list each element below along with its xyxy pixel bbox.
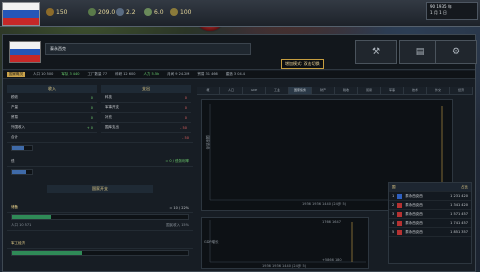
income-row[interactable]: 贸易 0 bbox=[7, 113, 97, 123]
country-flag bbox=[9, 41, 41, 63]
ranking-row[interactable]: 4 泰永西克西 1 741 457 bbox=[389, 219, 471, 228]
ranking-panel: 国占比 1 泰永西克西 1 231 420 2 泰永西克西 1 341 420 3 泰永西… bbox=[388, 182, 472, 264]
tab[interactable]: 贸易 bbox=[358, 87, 381, 94]
resource-factories[interactable]: 100 bbox=[170, 6, 191, 18]
stat-item[interactable]: 国家概况 bbox=[7, 72, 25, 77]
settings-button[interactable]: ⚙ bbox=[435, 40, 477, 64]
game-date[interactable]: 90 1935 年 1 月 1 日 bbox=[426, 2, 478, 20]
tab[interactable]: 概 bbox=[197, 87, 220, 94]
top-resource-bar: 150 209.0 2.2 6.0 100 90 1935 年 1 月 1 日 bbox=[0, 0, 480, 27]
tab[interactable]: 军事 bbox=[381, 87, 404, 94]
ranking-row[interactable]: 3 泰永西克西 1 571 457 bbox=[389, 210, 471, 219]
chart-xlabel: 1936 1936 1440 (24步 5) bbox=[262, 264, 307, 268]
stat-item: 人口 10 500 bbox=[33, 72, 54, 76]
ranking-row[interactable]: 1 泰永西克西 1 231 420 bbox=[389, 192, 471, 201]
national-spending-section: 国家开支 储备 = 10 / 22% 人口 10 571 国民收入 15% 军工经济 bbox=[7, 185, 193, 257]
stat-item: 贸易 31 466 bbox=[197, 72, 218, 76]
stat-item: 工厂数量 77 bbox=[87, 72, 108, 76]
tooltip: 增加模式: 双击切换 bbox=[281, 59, 324, 69]
total-bar bbox=[11, 145, 33, 151]
income-header: 收入 bbox=[7, 85, 97, 93]
chart-bottom-value: +5866 180 bbox=[322, 258, 342, 262]
gdp-chart[interactable]: GDP增长 1766 1647 +5866 180 1936 1936 1440… bbox=[201, 217, 369, 269]
loan-section: 债 = 0 / 债务利率 bbox=[7, 157, 193, 177]
hammer-icon: ⚒ bbox=[371, 47, 381, 57]
expense-column: 支出 科技 0 军事开支 0 补充 0 国库支出 - 50 bbox=[101, 85, 191, 133]
tab[interactable]: 税收 bbox=[335, 87, 358, 94]
budget-panel: 收入 税收 0 产量 0 贸易 0 外国收入 + 0 支出 科技 0 军事开支 0 补充 0 … bbox=[7, 85, 193, 269]
tab[interactable]: 人口 bbox=[220, 87, 243, 94]
tab[interactable]: 工业 bbox=[266, 87, 289, 94]
chart-top-value: 1766 1647 bbox=[322, 220, 341, 224]
tab[interactable]: 财产 bbox=[312, 87, 335, 94]
income-column: 收入 税收 0 产量 0 贸易 0 外国收入 + 0 bbox=[7, 85, 97, 133]
statistics-tabs: 概 人口 GDP 工业 国家债务 财产 税收 贸易 军事 技术 外交 经济 bbox=[197, 87, 473, 95]
window-header: 泰永西克 ⚒ ▤ ⚙ bbox=[3, 35, 477, 70]
tab[interactable]: 技术 bbox=[404, 87, 427, 94]
resource-political-power[interactable]: 150 bbox=[46, 6, 67, 18]
stat-strip: 国家概况 人口 10 500 军队 3 440 工厂数量 77 科研 12 60… bbox=[3, 71, 475, 79]
gear-icon: ⚙ bbox=[451, 47, 461, 57]
stat-item: 月间 9 24.2M bbox=[167, 72, 190, 76]
tool-button[interactable]: ⚒ bbox=[355, 40, 397, 64]
ranking-row[interactable]: 5 泰永西克西 1 851 357 bbox=[389, 228, 471, 237]
expense-row[interactable]: 军事开支 0 bbox=[101, 103, 191, 113]
stat-item: 科研 12 600 bbox=[115, 72, 136, 76]
chart-ylabel: GDP增长 bbox=[204, 240, 219, 244]
tab[interactable]: 外交 bbox=[427, 87, 450, 94]
disk-icon: ▤ bbox=[415, 47, 425, 57]
stat-item: 建造 3 04.4 bbox=[225, 72, 246, 76]
chart-control-column bbox=[177, 213, 187, 269]
stat-item: 军队 3 440 bbox=[61, 72, 80, 76]
income-row[interactable]: 产量 0 bbox=[7, 103, 97, 113]
country-name-field[interactable]: 泰永西克 bbox=[45, 43, 251, 55]
war-economy-bar[interactable] bbox=[11, 250, 189, 256]
ranking-row[interactable]: 2 泰永西克西 1 341 420 bbox=[389, 201, 471, 210]
resource-war-support[interactable]: 2.2 bbox=[116, 6, 136, 18]
gdp-chart-svg bbox=[209, 220, 366, 263]
expense-header: 支出 bbox=[101, 85, 191, 93]
resource-manpower[interactable]: 6.0 bbox=[144, 6, 164, 18]
tab-active[interactable]: 国家债务 bbox=[289, 87, 312, 94]
resource-stability[interactable]: 209.0 bbox=[88, 6, 115, 18]
income-row[interactable]: 税收 0 bbox=[7, 93, 97, 103]
reserve-bar[interactable] bbox=[11, 214, 189, 220]
expense-row[interactable]: 补充 0 bbox=[101, 113, 191, 123]
income-row[interactable]: 外国收入 + 0 bbox=[7, 123, 97, 133]
total-row: 合计 - 50 bbox=[7, 133, 193, 153]
loan-bar bbox=[11, 169, 33, 175]
expense-row[interactable]: 科技 0 bbox=[101, 93, 191, 103]
tab[interactable]: GDP bbox=[243, 87, 266, 94]
player-flag[interactable] bbox=[2, 2, 40, 26]
chart-xlabel: 1936 1936 1440 (24步 5) bbox=[302, 202, 347, 206]
expense-row[interactable]: 国库支出 - 50 bbox=[101, 123, 191, 133]
tab[interactable]: 经济 bbox=[450, 87, 473, 94]
chart-ylabel: 国家债务 bbox=[205, 135, 210, 150]
stat-item: 人力 5.5k bbox=[143, 72, 160, 76]
